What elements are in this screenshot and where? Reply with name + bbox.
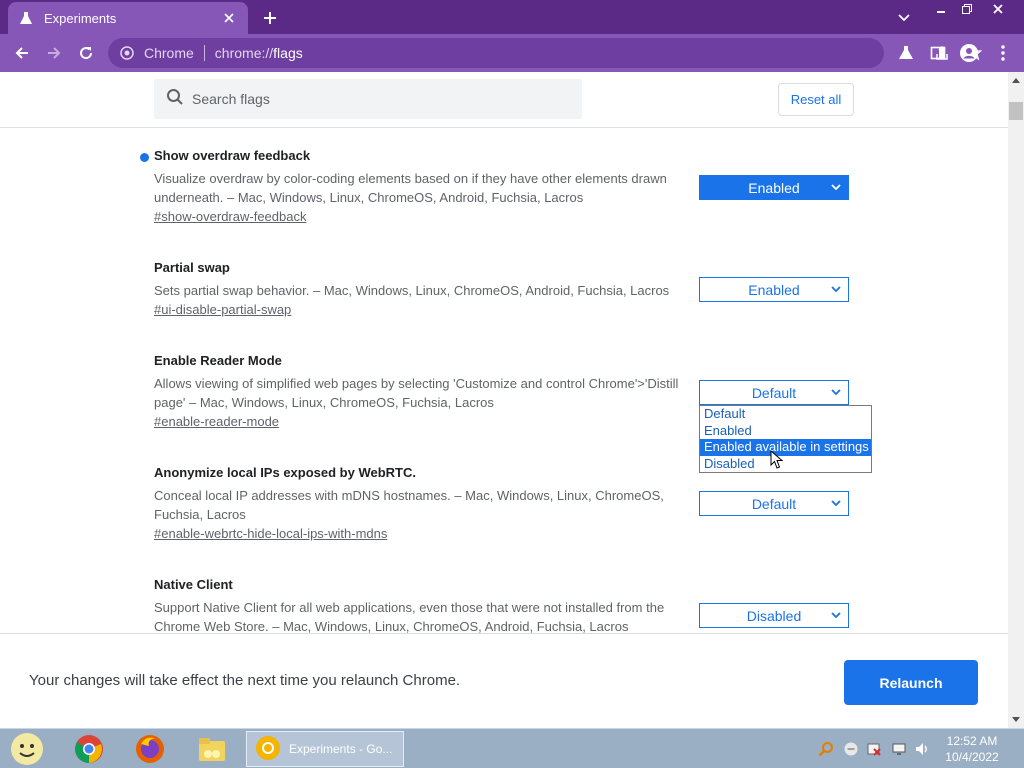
tab-experiments[interactable]: Experiments bbox=[8, 2, 248, 34]
experiment-select-partial-swap[interactable]: Enabled bbox=[699, 277, 849, 302]
network-error-tray-icon[interactable] bbox=[866, 741, 882, 757]
dropdown-option[interactable]: Disabled bbox=[700, 456, 871, 473]
select-value: Enabled bbox=[748, 179, 800, 196]
chevron-down-icon bbox=[829, 282, 843, 296]
experiment-name: Partial swap bbox=[154, 260, 230, 275]
experiment-link[interactable]: #enable-reader-mode bbox=[154, 414, 279, 429]
relaunch-message: Your changes will take effect the next t… bbox=[29, 672, 461, 689]
tab-title: Experiments bbox=[44, 10, 117, 26]
clock-date: 10/4/2022 bbox=[945, 750, 999, 764]
chrome-window-icon bbox=[255, 735, 281, 764]
tab-search-chevron-icon[interactable] bbox=[893, 8, 915, 28]
modified-indicator-dot bbox=[140, 153, 149, 162]
experiment-link[interactable]: #ui-disable-partial-swap bbox=[154, 302, 291, 317]
search-tray-icon[interactable] bbox=[818, 741, 834, 757]
profile-avatar-icon[interactable] bbox=[955, 39, 983, 67]
os-taskbar: Experiments - Go... 12:52 AM 10/4/2022 bbox=[0, 728, 1024, 768]
chevron-down-icon bbox=[829, 608, 843, 622]
experiment-select-anonymize-local-ips[interactable]: Default bbox=[699, 491, 849, 516]
page-scrollbar[interactable] bbox=[1008, 72, 1024, 728]
experiment-link[interactable]: #enable-webrtc-hide-local-ips-with-mdns bbox=[154, 526, 387, 541]
clock-time: 12:52 AM bbox=[946, 734, 998, 748]
dropdown-option[interactable]: Default bbox=[700, 406, 871, 423]
scroll-down-arrow-icon[interactable] bbox=[1008, 712, 1024, 728]
experiment-name: Enable Reader Mode bbox=[154, 353, 282, 368]
close-window-button[interactable] bbox=[980, 0, 1016, 18]
new-tab-button[interactable] bbox=[258, 6, 282, 30]
status-tray-icon[interactable] bbox=[843, 741, 859, 757]
mouse-cursor-icon bbox=[770, 449, 784, 475]
search-flags-input[interactable] bbox=[192, 91, 572, 107]
flags-page: Reset all Show overdraw feedback Visuali… bbox=[0, 72, 1008, 633]
chrome-site-icon bbox=[120, 45, 136, 61]
select-dropdown-list: Default Enabled Enabled available in set… bbox=[699, 405, 872, 473]
taskbar-window-experiments[interactable]: Experiments - Go... bbox=[246, 731, 404, 767]
labs-flask-icon[interactable] bbox=[892, 39, 920, 67]
select-value: Disabled bbox=[746, 607, 802, 624]
flask-icon bbox=[18, 10, 34, 26]
forward-button[interactable] bbox=[40, 39, 68, 67]
reset-all-button[interactable]: Reset all bbox=[778, 83, 854, 116]
menu-kebab-icon[interactable] bbox=[989, 39, 1017, 67]
title-bar: Experiments bbox=[0, 0, 1024, 34]
scrollbar-thumb[interactable] bbox=[1009, 102, 1023, 120]
start-menu-face-icon[interactable] bbox=[10, 732, 44, 766]
relaunch-button[interactable]: Relaunch bbox=[844, 660, 978, 705]
search-header: Reset all bbox=[0, 72, 1008, 128]
url-host: chrome:// bbox=[214, 45, 274, 61]
taskbar-clock[interactable]: 12:52 AM 10/4/2022 bbox=[940, 733, 1004, 765]
firefox-taskbar-icon[interactable] bbox=[133, 732, 167, 766]
experiment-description: Sets partial swap behavior. – Mac, Windo… bbox=[154, 283, 670, 298]
chevron-down-icon bbox=[829, 496, 843, 510]
experiment-description: Conceal local IP addresses with mDNS hos… bbox=[154, 488, 664, 522]
experiment-name: Native Client bbox=[154, 577, 233, 592]
experiment-name: Show overdraw feedback bbox=[154, 148, 311, 163]
chevron-down-icon bbox=[829, 180, 843, 194]
experiment-select-native-client[interactable]: Disabled bbox=[699, 603, 849, 628]
experiment-link[interactable]: #show-overdraw-feedback bbox=[154, 209, 306, 224]
restore-button[interactable] bbox=[952, 0, 982, 18]
side-panel-icon[interactable] bbox=[924, 39, 952, 67]
select-value: Default bbox=[751, 495, 797, 512]
close-tab-icon[interactable] bbox=[220, 9, 238, 27]
select-value: Default bbox=[751, 384, 797, 401]
scroll-up-arrow-icon[interactable] bbox=[1008, 72, 1024, 88]
back-button[interactable] bbox=[8, 39, 36, 67]
display-tray-icon[interactable] bbox=[891, 741, 907, 757]
experiment-description: Allows viewing of simplified web pages b… bbox=[154, 376, 679, 410]
omnibox[interactable]: Chrome chrome:// flags bbox=[108, 38, 982, 68]
chevron-down-icon bbox=[829, 385, 843, 399]
chrome-taskbar-icon[interactable] bbox=[72, 732, 106, 766]
omnibox-separator bbox=[203, 45, 205, 61]
browser-toolbar: Chrome chrome:// flags bbox=[0, 34, 1024, 72]
search-box[interactable] bbox=[154, 79, 582, 119]
reload-button[interactable] bbox=[72, 39, 100, 67]
volume-icon[interactable] bbox=[914, 741, 930, 757]
experiment-description: Support Native Client for all web applic… bbox=[154, 600, 665, 633]
dropdown-option[interactable]: Enabled bbox=[700, 423, 871, 440]
dropdown-option-highlighted[interactable]: Enabled available in settings bbox=[700, 439, 871, 456]
experiment-description: Visualize overdraw by color-coding eleme… bbox=[154, 171, 667, 205]
url-path: flags bbox=[273, 45, 303, 61]
relaunch-bar: Your changes will take effect the next t… bbox=[0, 633, 1008, 728]
experiment-select-enable-reader-mode[interactable]: Default bbox=[699, 380, 849, 405]
file-manager-taskbar-icon[interactable] bbox=[195, 732, 229, 766]
taskbar-window-label: Experiments - Go... bbox=[289, 742, 393, 756]
omnibox-chip-label: Chrome bbox=[144, 45, 194, 61]
experiment-select-show-overdraw-feedback[interactable]: Enabled bbox=[699, 175, 849, 200]
select-value: Enabled bbox=[748, 281, 800, 298]
search-icon bbox=[166, 88, 184, 111]
